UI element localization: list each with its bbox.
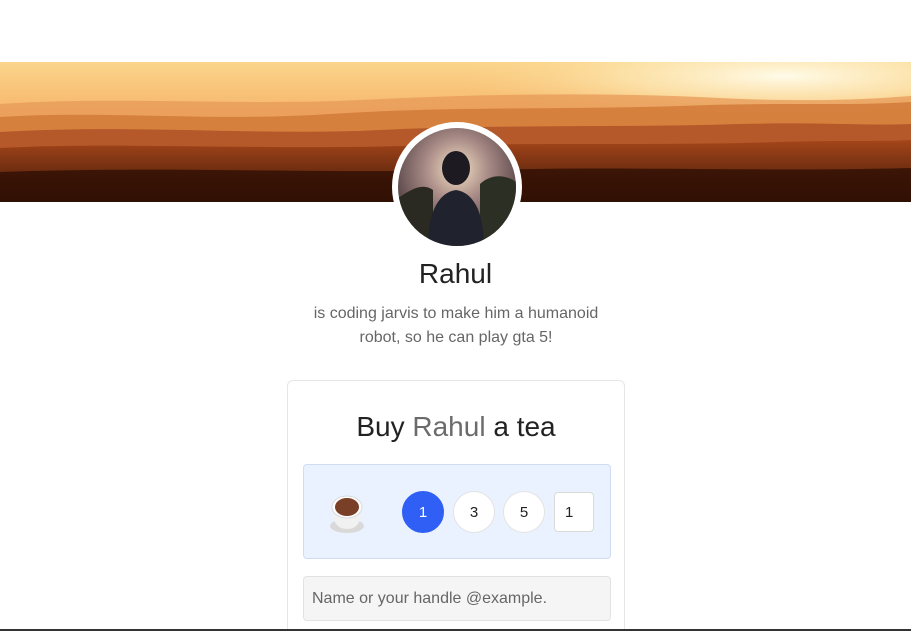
avatar <box>398 128 516 246</box>
name-handle-input[interactable] <box>303 576 611 621</box>
profile-page: Rahul is coding jarvis to make him a hum… <box>0 0 911 631</box>
profile-name: Rahul <box>418 258 493 289</box>
support-title-prefix: Buy <box>356 411 405 442</box>
quantity-option-3[interactable]: 3 <box>453 491 495 533</box>
quantity-option-5[interactable]: 5 <box>503 491 545 533</box>
avatar-frame <box>392 122 522 252</box>
tea-cup-icon <box>328 489 368 535</box>
support-title: Buy Rahul a tea <box>288 411 624 443</box>
custom-quantity-input[interactable] <box>554 492 594 532</box>
support-title-suffix: a tea <box>493 411 556 442</box>
support-card: Buy Rahul a tea 1 3 5 <box>287 380 625 631</box>
support-title-name: Rahul <box>412 411 486 442</box>
tea-quantity-box: 1 3 5 <box>303 464 611 559</box>
quantity-option-1[interactable]: 1 <box>402 491 444 533</box>
profile-bio: is coding jarvis to make him a humanoid … <box>313 305 599 346</box>
